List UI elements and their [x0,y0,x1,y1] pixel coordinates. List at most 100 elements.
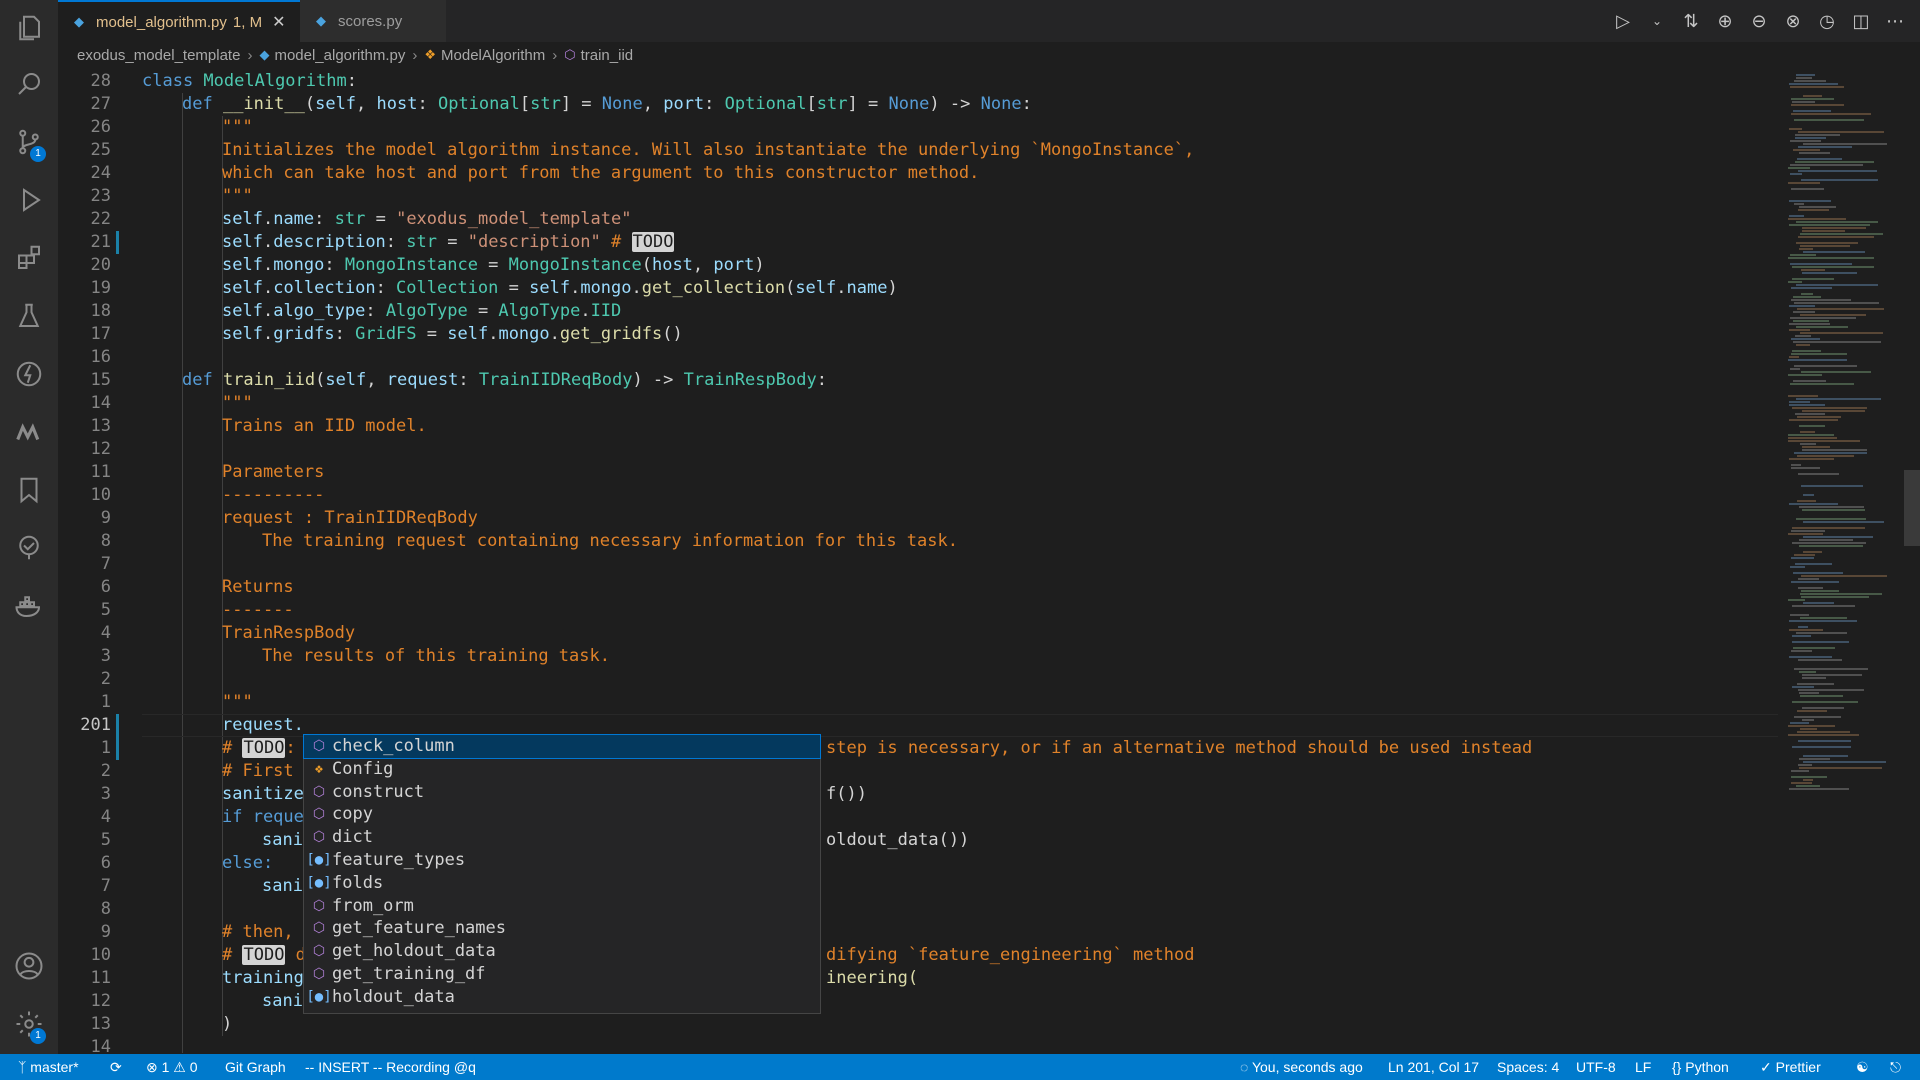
code-line[interactable]: 2 [58,668,1778,691]
line-number: 2 [100,761,111,781]
sync-icon[interactable]: ⟳ [110,1054,122,1080]
search-icon[interactable] [0,56,58,112]
suggestion-item[interactable]: ⬡ construct [304,781,820,804]
code-line[interactable]: 7 [58,553,1778,576]
close-icon[interactable]: ✕ [272,12,285,32]
suggestion-item[interactable]: ⬡ get_training_df [304,963,820,986]
bookmark-icon[interactable] [0,462,58,518]
code-line[interactable]: 28 class ModelAlgorithm: [58,70,1778,93]
scrollbar-thumb[interactable] [1904,470,1920,546]
tab-scores[interactable]: ◆ scores.py [300,0,446,42]
line-number: 6 [100,577,111,597]
line-number: 4 [100,623,111,643]
minimap-line [1793,149,1820,151]
tab-status: 1, M [232,13,263,31]
suggestion-item[interactable]: ❖ Config [304,758,820,781]
encoding[interactable]: UTF-8 [1576,1054,1616,1080]
tab-model-algorithm[interactable]: ◆ model_algorithm.py 1, M ✕ [58,0,300,42]
breadcrumb-method[interactable]: train_iid [581,47,634,64]
code-line[interactable]: 24 which can take host and port from the … [58,162,1778,185]
extensions-icon[interactable] [0,230,58,286]
breadcrumb-file[interactable]: model_algorithm.py [274,47,405,64]
docker-icon[interactable] [0,578,58,634]
breadcrumb-class[interactable]: ModelAlgorithm [441,47,545,64]
lightning-icon[interactable] [0,346,58,402]
suggestion-item[interactable]: ⬡ dict [304,826,820,849]
code-line[interactable]: 17 self.gridfs: GridFS = self.mongo.get_g… [58,323,1778,346]
split-editor-icon[interactable]: ◫ [1850,11,1872,32]
code-line[interactable]: 25 Initializes the model algorithm instan… [58,139,1778,162]
code-line[interactable]: 14 [58,1036,1778,1054]
minimap-line [1799,545,1863,547]
code-line[interactable]: 12 [58,438,1778,461]
code-line[interactable]: 27 def __init__(self, host: Optional[str]… [58,93,1778,116]
code-line[interactable]: 11 Parameters [58,461,1778,484]
line-number: 5 [100,830,111,850]
suggestion-item[interactable]: [●] holdout_data [304,986,820,1009]
suggestion-item[interactable]: ⬡ get_feature_names [304,917,820,940]
suggestion-item[interactable]: [●] folds [304,872,820,895]
code-line[interactable]: 8 The training request containing necessa… [58,530,1778,553]
prettier-status[interactable]: ✓ Prettier [1760,1054,1821,1080]
breadcrumb-folder[interactable]: exodus_model_template [77,47,240,64]
run-icon[interactable]: ▷ [1612,11,1634,32]
line-number: 3 [100,646,111,666]
minimap-line [1796,344,1810,346]
explorer-icon[interactable] [0,0,58,56]
mongodb-icon[interactable] [0,404,58,460]
code-line[interactable]: 20 self.mongo: MongoInstance = MongoInsta… [58,254,1778,277]
source-control-icon[interactable]: 1 [0,114,58,170]
language-mode[interactable]: {} Python [1672,1054,1729,1080]
code-line[interactable]: 26 """ [58,116,1778,139]
code-line[interactable]: 22 self.name: str = "exodus_model_templat… [58,208,1778,231]
code-line[interactable]: 4 TrainRespBody [58,622,1778,645]
minimap[interactable] [1784,70,1904,1054]
problems-status[interactable]: ⊗ 1 ⚠ 0 [146,1054,198,1080]
minimap-line [1802,446,1830,448]
code-line[interactable]: 16 [58,346,1778,369]
code-line[interactable]: 13) [58,1013,1778,1036]
cursor-position[interactable]: Ln 201, Col 17 [1388,1054,1479,1080]
code-line[interactable]: 23 """ [58,185,1778,208]
settings-gear-icon[interactable]: 1 [0,996,58,1052]
previous-change-icon[interactable]: ⊖ [1748,11,1770,32]
code-line[interactable]: 15 def train_iid(self, request: TrainIIDR… [58,369,1778,392]
open-changes-icon[interactable]: ⇅ [1680,11,1702,32]
code-line[interactable]: 19 self.collection: Collection = self.mon… [58,277,1778,300]
line-number: 9 [100,922,111,942]
code-line[interactable]: 9 request : TrainIIDReqBody [58,507,1778,530]
git-blame[interactable]: ◌ You, seconds ago [1240,1054,1363,1080]
code-line[interactable]: 1 """ [58,691,1778,714]
autocomplete-suggestions[interactable]: ⬡ check_column ❖ Config ⬡ construct ⬡ copy ⬡… [303,734,821,1014]
git-graph-button[interactable]: Git Graph [225,1054,286,1080]
testing-icon[interactable] [0,288,58,344]
code-line[interactable]: 10 ---------- [58,484,1778,507]
timeline-tree-icon[interactable] [0,520,58,576]
code-line[interactable]: 14 """ [58,392,1778,415]
code-line[interactable]: 18 self.algo_type: AlgoType = AlgoType.II… [58,300,1778,323]
code-line[interactable]: 21 self.description: str = "description" … [58,231,1778,254]
code-line[interactable]: 13 Trains an IID model. [58,415,1778,438]
suggestion-item[interactable]: ⬡ check_column [303,734,821,759]
suggestion-item[interactable]: [●] feature_types [304,849,820,872]
branch-status[interactable]: ᛉ master* [18,1054,79,1080]
notifications-bell-icon[interactable]: ⎋ [1890,1054,1901,1080]
code-line[interactable]: 3 The results of this training task. [58,645,1778,668]
code-line[interactable]: 5 ------- [58,599,1778,622]
run-debug-icon[interactable] [0,172,58,228]
account-icon[interactable] [0,938,58,994]
suggestion-item[interactable]: ⬡ copy [304,803,820,826]
vertical-scrollbar[interactable] [1904,70,1920,1054]
indentation[interactable]: Spaces: 4 [1497,1054,1559,1080]
next-change-icon[interactable]: ⊗ [1782,11,1804,32]
git-commit-icon[interactable]: ⊕ [1714,11,1736,32]
more-actions-icon[interactable]: ⋯ [1884,11,1906,32]
suggestion-item[interactable]: ⬡ get_holdout_data [304,940,820,963]
chevron-down-icon[interactable]: ⌄ [1646,14,1668,28]
minimap-line [1791,113,1871,115]
code-line[interactable]: 6 Returns [58,576,1778,599]
suggestion-item[interactable]: ⬡ from_orm [304,895,820,918]
feedback-icon[interactable]: ☯ [1856,1054,1869,1080]
timeline-icon[interactable]: ◷ [1816,11,1838,32]
end-of-line[interactable]: LF [1635,1054,1651,1080]
